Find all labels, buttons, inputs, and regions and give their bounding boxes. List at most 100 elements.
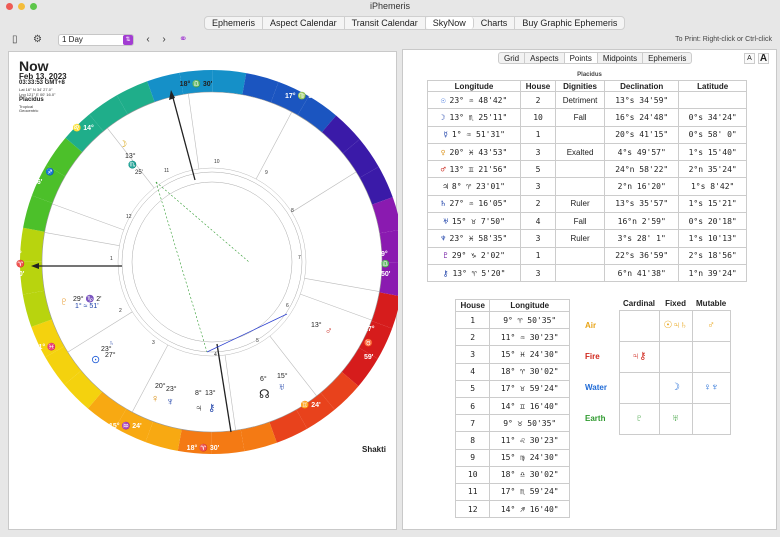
longitude-value: 1° ♒ 51'31" bbox=[451, 130, 505, 140]
house-longitude: 11° ♒ 30'23" bbox=[489, 328, 570, 347]
point-dignity: Detriment bbox=[555, 90, 606, 110]
close-window-button[interactable] bbox=[6, 3, 13, 10]
table-row: ♇ 29° ♑ 2'02" 1 22°s 36'59" 2°s 18'56" bbox=[426, 246, 747, 265]
house-number: 5 bbox=[454, 379, 491, 398]
moon-sign-icon: ♏ bbox=[128, 162, 137, 169]
subtabs: Grid Aspects Points Midpoints Ephemeris bbox=[498, 52, 693, 64]
point-declination: 20°s 41'15" bbox=[604, 125, 680, 144]
longitude-value: 15° ♉ 7'50" bbox=[451, 216, 505, 226]
point-longitude: ♀ 20° ♓ 43'53" bbox=[426, 142, 522, 162]
subtab-grid[interactable]: Grid bbox=[499, 53, 526, 63]
table-row: 8 11° ♌ 30'23" bbox=[454, 431, 570, 450]
node-glyph-icon[interactable]: ☊ bbox=[259, 387, 270, 401]
modality-fixed: ☽ bbox=[658, 371, 693, 404]
house-number: 12 bbox=[454, 500, 491, 519]
point-dignity bbox=[555, 263, 606, 283]
wheel-label-asc-min: 50' bbox=[15, 271, 25, 278]
house-number: 3 bbox=[454, 345, 491, 364]
planet-icon: ♀ bbox=[440, 147, 446, 157]
link-icon[interactable]: ⚭ bbox=[179, 34, 187, 45]
col-house-number: House bbox=[454, 299, 491, 312]
font-smaller-button[interactable]: A bbox=[744, 53, 755, 64]
house-number: 1 bbox=[454, 310, 491, 330]
col-house: House bbox=[520, 80, 557, 92]
longitude-value: 20° ♓ 43'53" bbox=[449, 147, 508, 157]
mars-glyph-icon[interactable]: ♂ bbox=[325, 326, 333, 337]
modality-mutable: ♀♆ bbox=[691, 371, 731, 404]
wheel-label-cusp-12: 14° ♐ 16' bbox=[33, 169, 55, 186]
table-row: 10 18° ♎ 30'02" bbox=[454, 465, 570, 484]
modality-table: Cardinal Fixed Mutable Air ☉♃♄ ♂ Fire ♃⚷ Wate… bbox=[585, 297, 731, 435]
point-dignity: Ruler bbox=[555, 229, 606, 248]
planet-icon: ♃ bbox=[443, 182, 448, 192]
point-declination: 4°s 49'57" bbox=[604, 142, 680, 162]
prev-button[interactable]: ‹ bbox=[141, 34, 155, 46]
chart-wheel-pane: Now Feb 13, 2023 03:33:53 GMT+8 Lat 16° … bbox=[8, 51, 398, 530]
zoom-window-button[interactable] bbox=[30, 3, 37, 10]
neptune-glyph-icon[interactable]: ♆ bbox=[166, 396, 174, 408]
house-longitude: 14° ♊ 16'40" bbox=[489, 396, 570, 416]
point-house: 10 bbox=[520, 108, 557, 127]
subtab-aspects[interactable]: Aspects bbox=[525, 53, 565, 63]
house-longitude: 17° ♏ 59'24" bbox=[489, 482, 570, 502]
house-number: 7 bbox=[454, 414, 491, 433]
point-declination: 16°s 24'48" bbox=[604, 108, 680, 127]
tab-transit-calendar[interactable]: Transit Calendar bbox=[345, 17, 426, 29]
point-declination: 13°s 35'57" bbox=[604, 194, 680, 214]
point-longitude: ♂ 13° ♊ 21'56" bbox=[426, 160, 522, 179]
interval-select[interactable]: 1 Day ⇅ bbox=[58, 34, 134, 46]
tab-skynow[interactable]: SkyNow bbox=[425, 17, 474, 29]
wheel-label-mc: 18° ♎ 30' bbox=[179, 81, 213, 88]
table-row: 11 17° ♏ 59'24" bbox=[454, 482, 570, 502]
point-house: 3 bbox=[520, 263, 557, 283]
point-house: 4 bbox=[520, 212, 557, 231]
table-row: ☿ 1° ♒ 51'31" 1 20°s 41'15" 0°s 58' 0" bbox=[426, 125, 747, 144]
col-dignities: Dignities bbox=[555, 80, 606, 92]
table-row: 7 9° ♉ 50'35" bbox=[454, 414, 570, 433]
tab-charts[interactable]: Charts bbox=[474, 17, 516, 29]
longitude-value: 13° ♏ 25'11" bbox=[449, 112, 508, 122]
point-declination: 3°s 28' 1" bbox=[604, 229, 680, 248]
point-dignity: Fall bbox=[555, 108, 606, 127]
tab-aspect-calendar[interactable]: Aspect Calendar bbox=[263, 17, 345, 29]
uranus-glyph-icon[interactable]: ♅ bbox=[278, 382, 286, 393]
subtab-midpoints[interactable]: Midpoints bbox=[598, 53, 644, 63]
gear-icon[interactable]: ⚙ bbox=[33, 34, 42, 45]
subtab-ephemeris[interactable]: Ephemeris bbox=[643, 53, 691, 63]
table-row: 3 15° ♓ 24'30" bbox=[454, 345, 570, 364]
point-latitude bbox=[678, 90, 747, 110]
col-longitude: Longitude bbox=[426, 80, 522, 92]
point-latitude: 0°s 58' 0" bbox=[678, 125, 747, 144]
chiron-glyph-icon[interactable]: ⚷ bbox=[208, 403, 215, 414]
pluto-glyph-icon[interactable]: ♇ bbox=[60, 296, 68, 308]
point-declination: 24°n 58'22" bbox=[604, 160, 680, 179]
point-latitude: 1°s 15'40" bbox=[678, 142, 747, 162]
venus-glyph-icon[interactable]: ♀ bbox=[151, 393, 159, 405]
table-row: ♀ 20° ♓ 43'53" 3 Exalted 4°s 49'57" 1°s 15'40… bbox=[426, 142, 747, 162]
sun-glyph-icon[interactable]: ⊙ bbox=[91, 353, 100, 366]
tab-buy-graphic-ephemeris[interactable]: Buy Graphic Ephemeris bbox=[515, 17, 624, 29]
neptune-degree: 23° bbox=[166, 386, 177, 393]
house-longitude: 15° ♓ 24'30" bbox=[489, 345, 570, 364]
point-declination: 2°n 16'20" bbox=[604, 177, 680, 196]
wheel-label-asc-sign: ♈ bbox=[16, 261, 25, 268]
tab-ephemeris[interactable]: Ephemeris bbox=[205, 17, 264, 29]
minimize-window-button[interactable] bbox=[18, 3, 25, 10]
longitude-value: 13° ♈ 5'20" bbox=[452, 268, 506, 278]
planet-icon: ♆ bbox=[440, 234, 446, 244]
sidebar-toggle-icon[interactable]: ▯ bbox=[12, 34, 18, 45]
point-latitude: 2°s 18'56" bbox=[678, 246, 747, 265]
subtab-points[interactable]: Points bbox=[564, 53, 598, 63]
font-larger-button[interactable]: A bbox=[758, 53, 769, 64]
longitude-value: 23° ♒ 48'42" bbox=[449, 95, 508, 105]
window-title: iPhemeris bbox=[369, 1, 410, 11]
jupiter-glyph-icon[interactable]: ♃ bbox=[195, 403, 203, 414]
longitude-value: 13° ♊ 21'56" bbox=[449, 164, 508, 174]
moon-degree: 13° bbox=[125, 153, 136, 160]
planet-icon: ☽ bbox=[440, 112, 446, 122]
next-button[interactable]: › bbox=[157, 34, 171, 46]
modality-fixed: ☉♃♄ bbox=[658, 309, 693, 342]
moon-glyph-icon[interactable]: ☽ bbox=[119, 139, 127, 150]
interval-value: 1 Day bbox=[62, 35, 83, 44]
point-dignity: Ruler bbox=[555, 194, 606, 214]
